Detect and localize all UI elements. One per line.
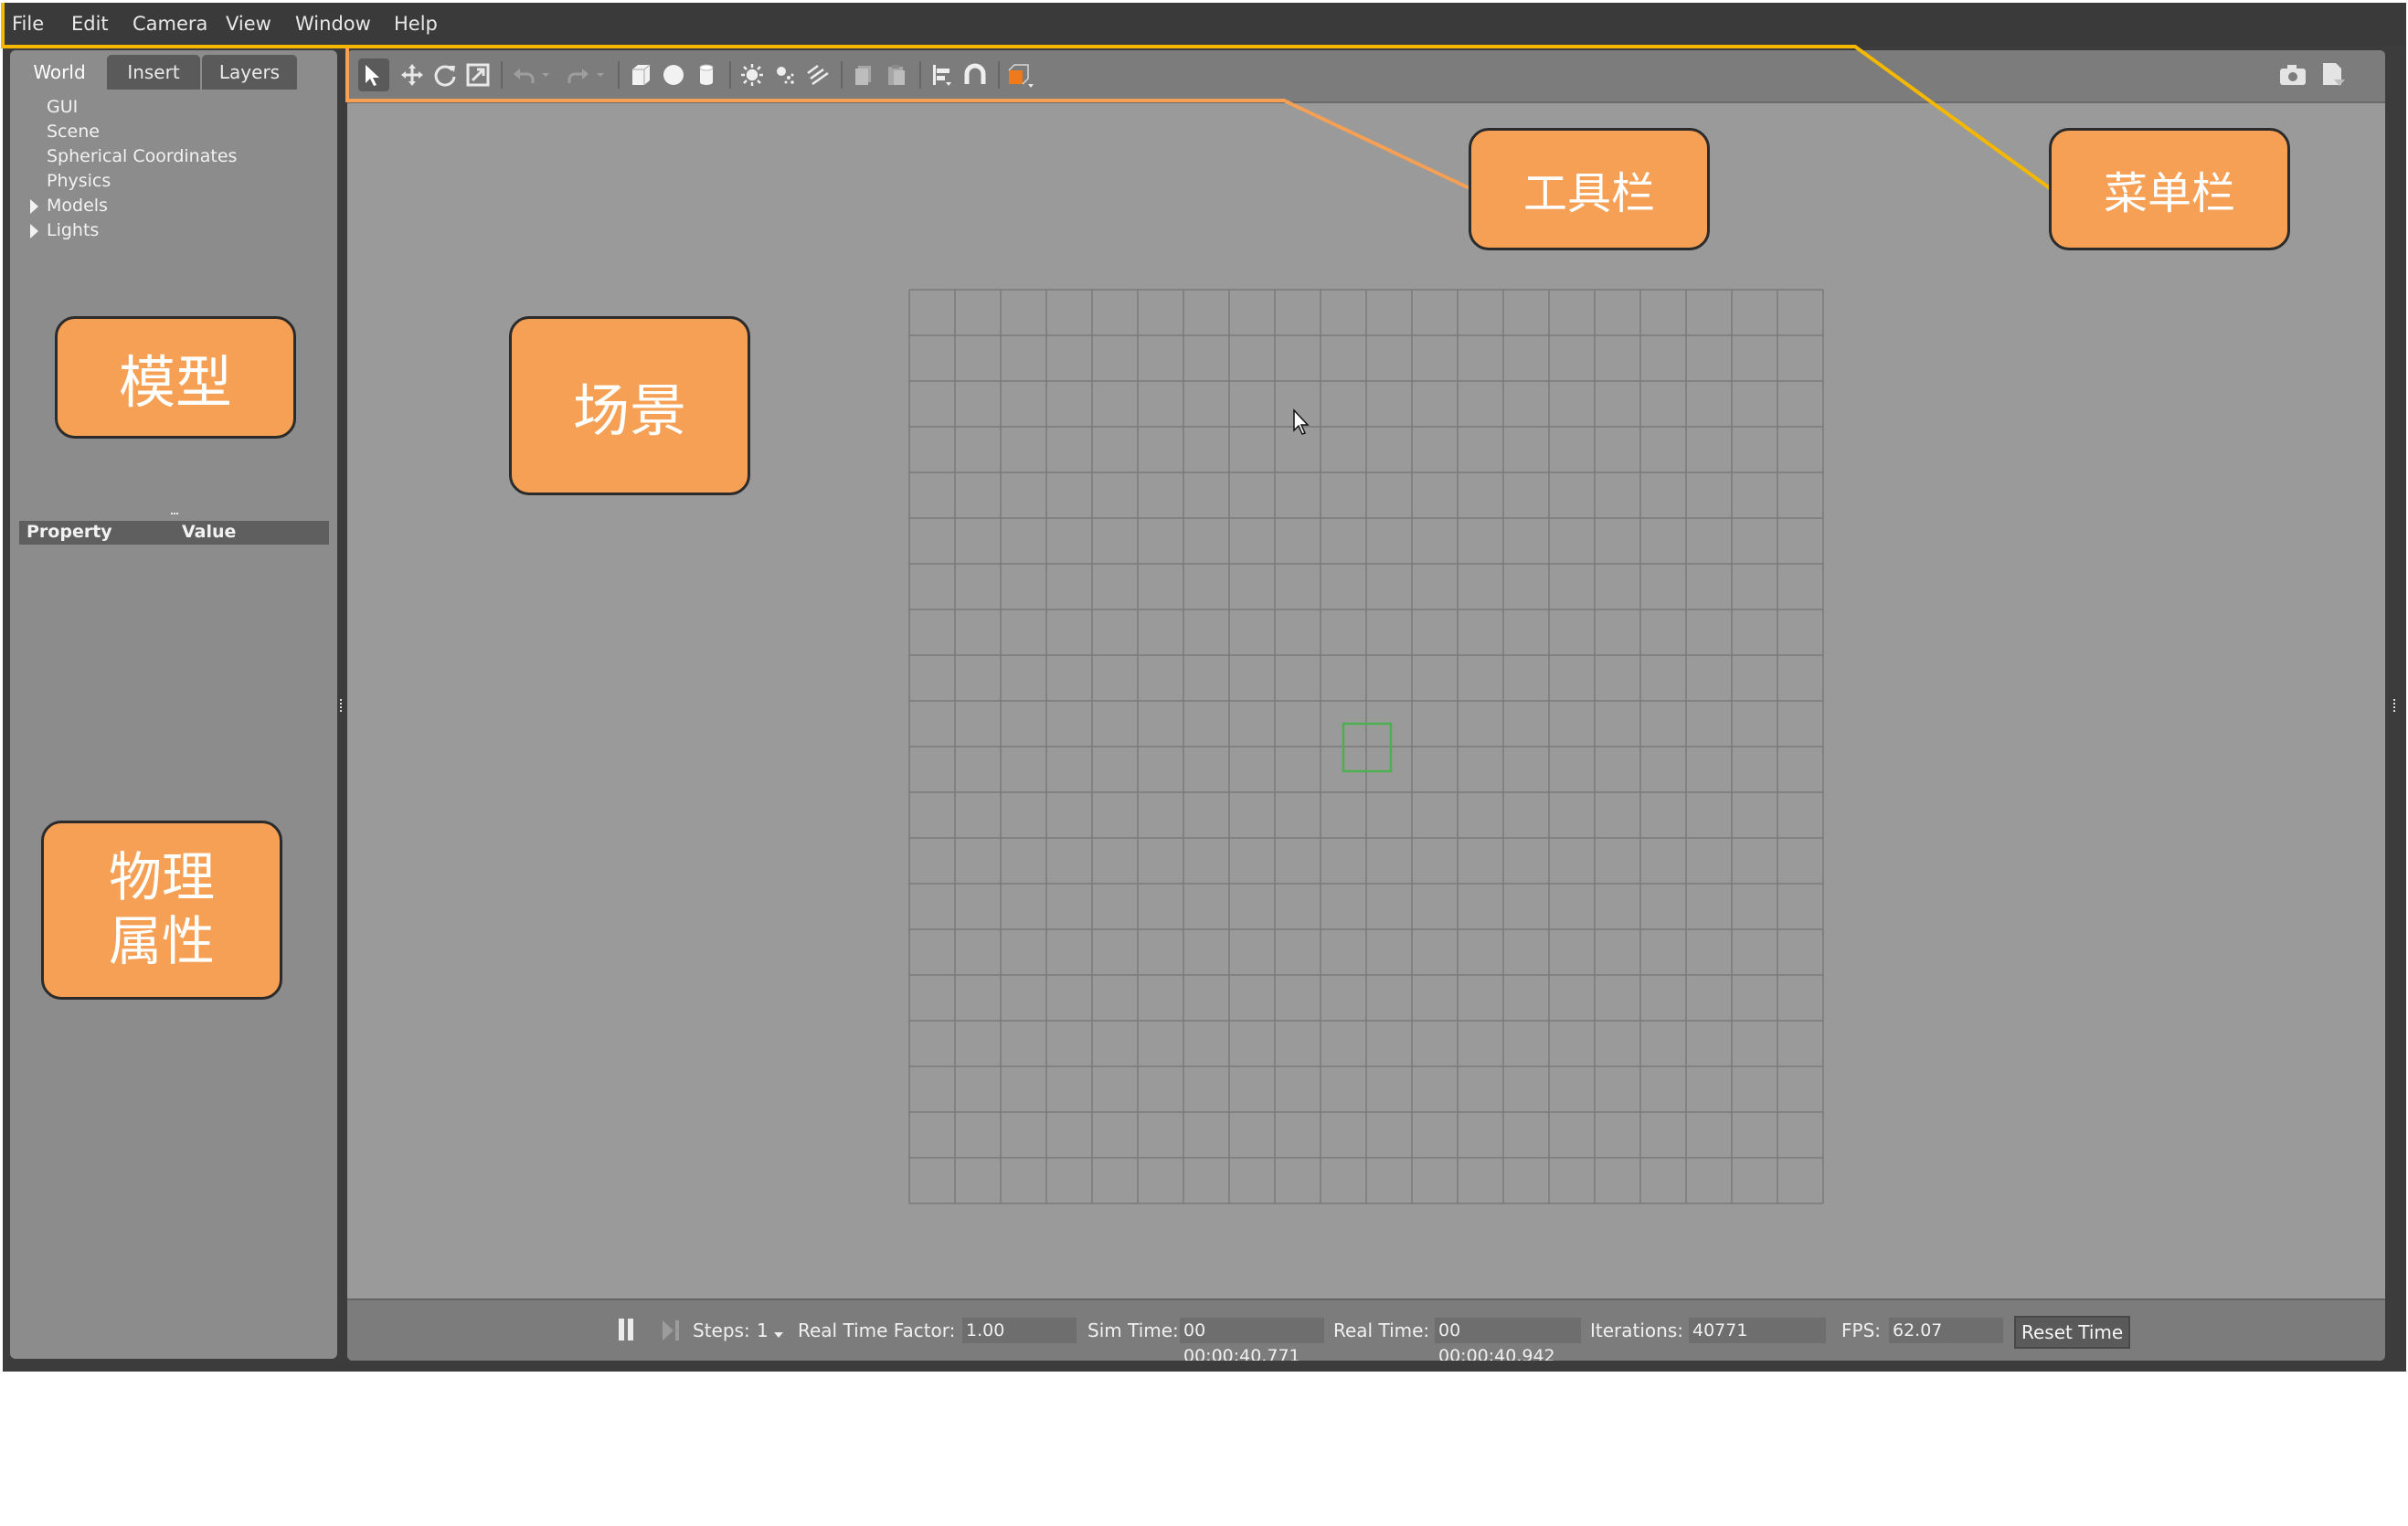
physics-callout-line1: 物理 <box>108 846 215 909</box>
physics-callout-line2: 属性 <box>108 910 215 972</box>
menubar-callout: 菜单栏 <box>2049 128 2290 250</box>
model-callout-text: 模型 <box>118 349 232 416</box>
menubar-highlight-line <box>1 3 2052 190</box>
menubar-callout-text: 菜单栏 <box>2103 168 2235 219</box>
model-callout: 模型 <box>55 316 296 439</box>
annotation-overlay <box>1 3 2052 190</box>
scene-callout-text: 场景 <box>572 377 686 444</box>
physics-callout: 物理 属性 <box>41 821 282 1000</box>
toolbar-highlight-line <box>345 48 1470 190</box>
scene-callout: 场景 <box>509 316 750 495</box>
toolbar-callout-text: 工具栏 <box>1522 168 1655 219</box>
toolbar-callout: 工具栏 <box>1469 128 1710 250</box>
